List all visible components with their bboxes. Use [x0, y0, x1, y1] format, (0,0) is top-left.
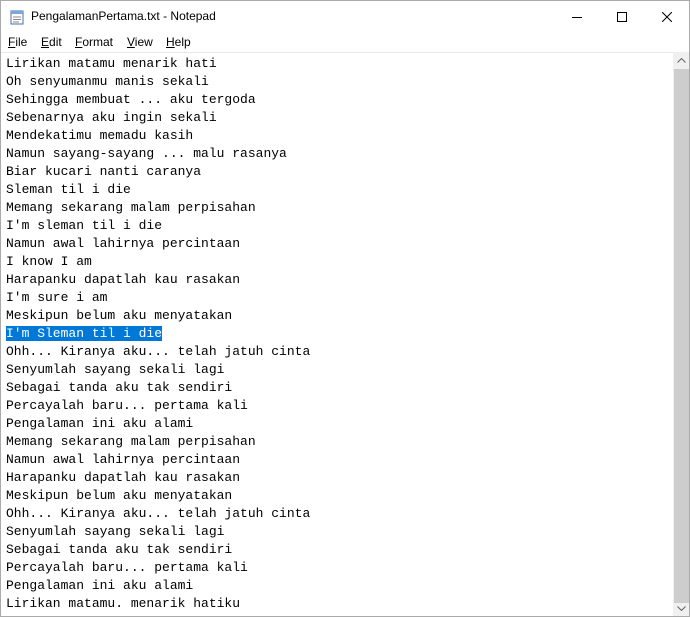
- menu-edit[interactable]: Edit: [41, 35, 62, 49]
- text-line-content: I know I am: [6, 254, 92, 269]
- vertical-scrollbar[interactable]: [673, 52, 689, 616]
- text-line-content: Senyumlah sayang sekali lagi: [6, 362, 225, 377]
- text-line: Sehingga membuat ... aku tergoda: [6, 91, 310, 109]
- text-line-content: Harapanku dapatlah kau rasakan: [6, 272, 241, 287]
- text-line-content: Harapanku dapatlah kau rasakan: [6, 470, 241, 485]
- text-line: Sebagai tanda aku tak sendiri: [6, 541, 310, 559]
- text-line-content: Memang sekarang malam perpisahan: [6, 434, 256, 449]
- text-line-content: Namun awal lahirnya percintaan: [6, 236, 241, 251]
- text-line-content: I'm sleman til i die: [6, 218, 163, 233]
- scroll-down-button[interactable]: [673, 600, 689, 616]
- text-line: Sleman til i die: [6, 181, 310, 199]
- menu-help[interactable]: Help: [166, 35, 191, 49]
- text-line: Senyumlah sayang sekali lagi: [6, 523, 310, 541]
- minimize-icon: [572, 16, 582, 18]
- text-line: Namun sayang-sayang ... malu rasanya: [6, 145, 310, 163]
- menu-bar: File Edit Format View Help: [1, 32, 689, 52]
- text-editor[interactable]: Lirikan matamu menarik hati Oh senyumanmu…: [1, 52, 673, 616]
- text-line-content: Senyumlah sayang sekali lagi: [6, 524, 225, 539]
- text-line: Namun awal lahirnya percintaan: [6, 235, 310, 253]
- text-line: Mendekatimu memadu kasih: [6, 127, 310, 145]
- text-line: I know I am: [6, 253, 310, 271]
- text-line-content: I'm Sleman til i die: [6, 326, 163, 341]
- text-line: Ohh... Kiranya aku... telah jatuh cinta: [6, 505, 310, 523]
- scroll-up-button[interactable]: [673, 52, 689, 69]
- text-line: Oh senyumanmu manis sekali: [6, 73, 310, 91]
- chevron-up-icon: [677, 58, 686, 63]
- text-line: Senyumlah sayang sekali lagi: [6, 361, 310, 379]
- text-line-content: Sehingga membuat ... aku tergoda: [6, 92, 256, 107]
- text-content: Lirikan matamu menarik hati Oh senyumanmu…: [6, 55, 310, 613]
- text-line: Ohh... Kiranya aku... telah jatuh cinta: [6, 343, 310, 361]
- text-line: I'm sure i am: [6, 289, 310, 307]
- text-line-content: Meskipun belum aku menyatakan: [6, 308, 233, 323]
- close-button[interactable]: [644, 1, 689, 32]
- text-line: Lirikan matamu. menarik hatiku: [6, 595, 310, 613]
- text-line: Biar kucari nanti caranya: [6, 163, 310, 181]
- text-line: Namun awal lahirnya percintaan: [6, 451, 310, 469]
- title-bar[interactable]: PengalamanPertama.txt - Notepad: [1, 1, 689, 32]
- text-line: Percayalah baru... pertama kali: [6, 397, 310, 415]
- close-icon: [662, 11, 672, 22]
- selected-text-line: I'm Sleman til i die: [6, 325, 310, 343]
- chevron-down-icon: [677, 606, 686, 611]
- text-line-content: Biar kucari nanti caranya: [6, 164, 202, 179]
- text-line-content: Pengalaman ini aku alami: [6, 578, 194, 593]
- text-line-content: Lirikan matamu menarik hati: [6, 56, 217, 71]
- text-line: Percayalah baru... pertama kali: [6, 559, 310, 577]
- text-line: Harapanku dapatlah kau rasakan: [6, 469, 310, 487]
- text-line-content: Meskipun belum aku menyatakan: [6, 488, 233, 503]
- maximize-icon: [617, 11, 627, 22]
- text-line-content: Ohh... Kiranya aku... telah jatuh cinta: [6, 506, 311, 521]
- text-line-content: Sebagai tanda aku tak sendiri: [6, 380, 233, 395]
- text-line: Meskipun belum aku menyatakan: [6, 307, 310, 325]
- text-line-content: Oh senyumanmu manis sekali: [6, 74, 209, 89]
- text-line: Memang sekarang malam perpisahan: [6, 433, 310, 451]
- text-line-content: Percayalah baru... pertama kali: [6, 560, 248, 575]
- text-line: Pengalaman ini aku alami: [6, 577, 310, 595]
- text-line-content: I'm sure i am: [6, 290, 108, 305]
- text-line-content: Sleman til i die: [6, 182, 131, 197]
- text-line: Sebagai tanda aku tak sendiri: [6, 379, 310, 397]
- text-line-content: Pengalaman ini aku alami: [6, 416, 194, 431]
- minimize-button[interactable]: [554, 1, 600, 32]
- menu-file[interactable]: File: [8, 35, 27, 49]
- text-line: Harapanku dapatlah kau rasakan: [6, 271, 310, 289]
- text-line-content: Sebagai tanda aku tak sendiri: [6, 542, 233, 557]
- text-line: Pengalaman ini aku alami: [6, 415, 310, 433]
- maximize-button[interactable]: [599, 1, 645, 32]
- window-title: PengalamanPertama.txt - Notepad: [31, 9, 216, 23]
- text-line-content: Mendekatimu memadu kasih: [6, 128, 194, 143]
- text-line-content: Namun awal lahirnya percintaan: [6, 452, 241, 467]
- notepad-window: PengalamanPertama.txt - Notepad File Edi…: [0, 0, 690, 617]
- menu-format[interactable]: Format: [75, 35, 113, 49]
- text-line: Memang sekarang malam perpisahan: [6, 199, 310, 217]
- text-line: Meskipun belum aku menyatakan: [6, 487, 310, 505]
- notepad-icon: [10, 10, 24, 25]
- text-line: Sebenarnya aku ingin sekali: [6, 109, 310, 127]
- text-line-content: Ohh... Kiranya aku... telah jatuh cinta: [6, 344, 311, 359]
- text-line: I'm sleman til i die: [6, 217, 310, 235]
- text-line-content: Memang sekarang malam perpisahan: [6, 200, 256, 215]
- scroll-thumb[interactable]: [674, 69, 689, 603]
- text-line-content: Namun sayang-sayang ... malu rasanya: [6, 146, 287, 161]
- text-line: Lirikan matamu menarik hati: [6, 55, 310, 73]
- menu-view[interactable]: View: [127, 35, 153, 49]
- text-line-content: Percayalah baru... pertama kali: [6, 398, 248, 413]
- text-line-content: Sebenarnya aku ingin sekali: [6, 110, 217, 125]
- text-line-content: Lirikan matamu. menarik hatiku: [6, 596, 241, 611]
